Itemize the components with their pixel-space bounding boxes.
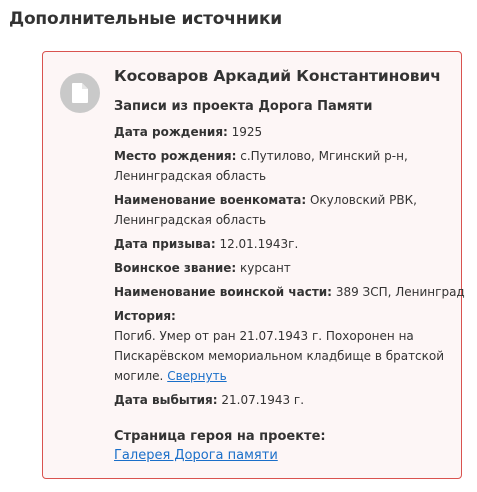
draft-date-field: Дата призыва: 12.01.1943г. xyxy=(114,234,298,254)
rank-label: Воинское звание: xyxy=(114,261,237,275)
unit-label: Наименование воинской части: xyxy=(114,285,332,299)
history-text-line2: Пискарёвском мемориальном кладбище в бра… xyxy=(114,349,445,363)
birth-date-field: Дата рождения: 1925 xyxy=(114,122,262,142)
person-name: Косоваров Аркадий Константинович xyxy=(114,67,441,85)
history-field: История: Погиб. Умер от ран 21.07.1943 г… xyxy=(114,306,444,386)
collapse-link[interactable]: Свернуть xyxy=(167,369,226,383)
birth-place-label: Место рождения: xyxy=(114,149,237,163)
birth-place-value: с.Путилово, Мгинский р-н, xyxy=(240,149,408,163)
departure-date-value: 21.07.1943 г. xyxy=(221,393,305,407)
birth-date-label: Дата рождения: xyxy=(114,125,228,139)
commissariat-label: Наименование военкомата: xyxy=(114,193,307,207)
commissariat-field: Наименование военкомата: Окуловский РВК,… xyxy=(114,190,417,230)
departure-date-field: Дата выбытия: 21.07.1943 г. xyxy=(114,390,304,410)
birth-place-field: Место рождения: с.Путилово, Мгинский р-н… xyxy=(114,146,408,186)
commissariat-value: Окуловский РВК, xyxy=(309,193,417,207)
birth-date-value: 1925 xyxy=(231,125,263,139)
draft-date-label: Дата призыва: xyxy=(114,237,216,251)
history-label: История: xyxy=(114,309,176,323)
hero-gallery-link[interactable]: Галерея Дорога памяти xyxy=(114,448,278,463)
records-title: Записи из проекта Дорога Памяти xyxy=(114,99,373,114)
unit-field: Наименование воинской части: 389 ЗСП, Ле… xyxy=(114,282,465,302)
hero-page-title: Страница героя на проекте: xyxy=(114,429,326,444)
history-text-line3: могиле. xyxy=(114,369,164,383)
source-card: Косоваров Аркадий Константинович Записи … xyxy=(42,51,465,479)
history-text-line1: Погиб. Умер от ран 21.07.1943 г. Похорон… xyxy=(114,329,414,343)
birth-place-value-line2: Ленинградская область xyxy=(114,169,267,183)
departure-date-label: Дата выбытия: xyxy=(114,393,218,407)
section-title: Дополнительные источники xyxy=(9,9,283,29)
rank-value: курсант xyxy=(240,261,291,275)
draft-date-value: 12.01.1943г. xyxy=(219,237,299,251)
unit-value: 389 ЗСП, Ленинград xyxy=(335,285,465,299)
rank-field: Воинское звание: курсант xyxy=(114,258,291,278)
document-icon xyxy=(60,73,100,113)
commissariat-value-line2: Ленинградская область xyxy=(114,213,267,227)
